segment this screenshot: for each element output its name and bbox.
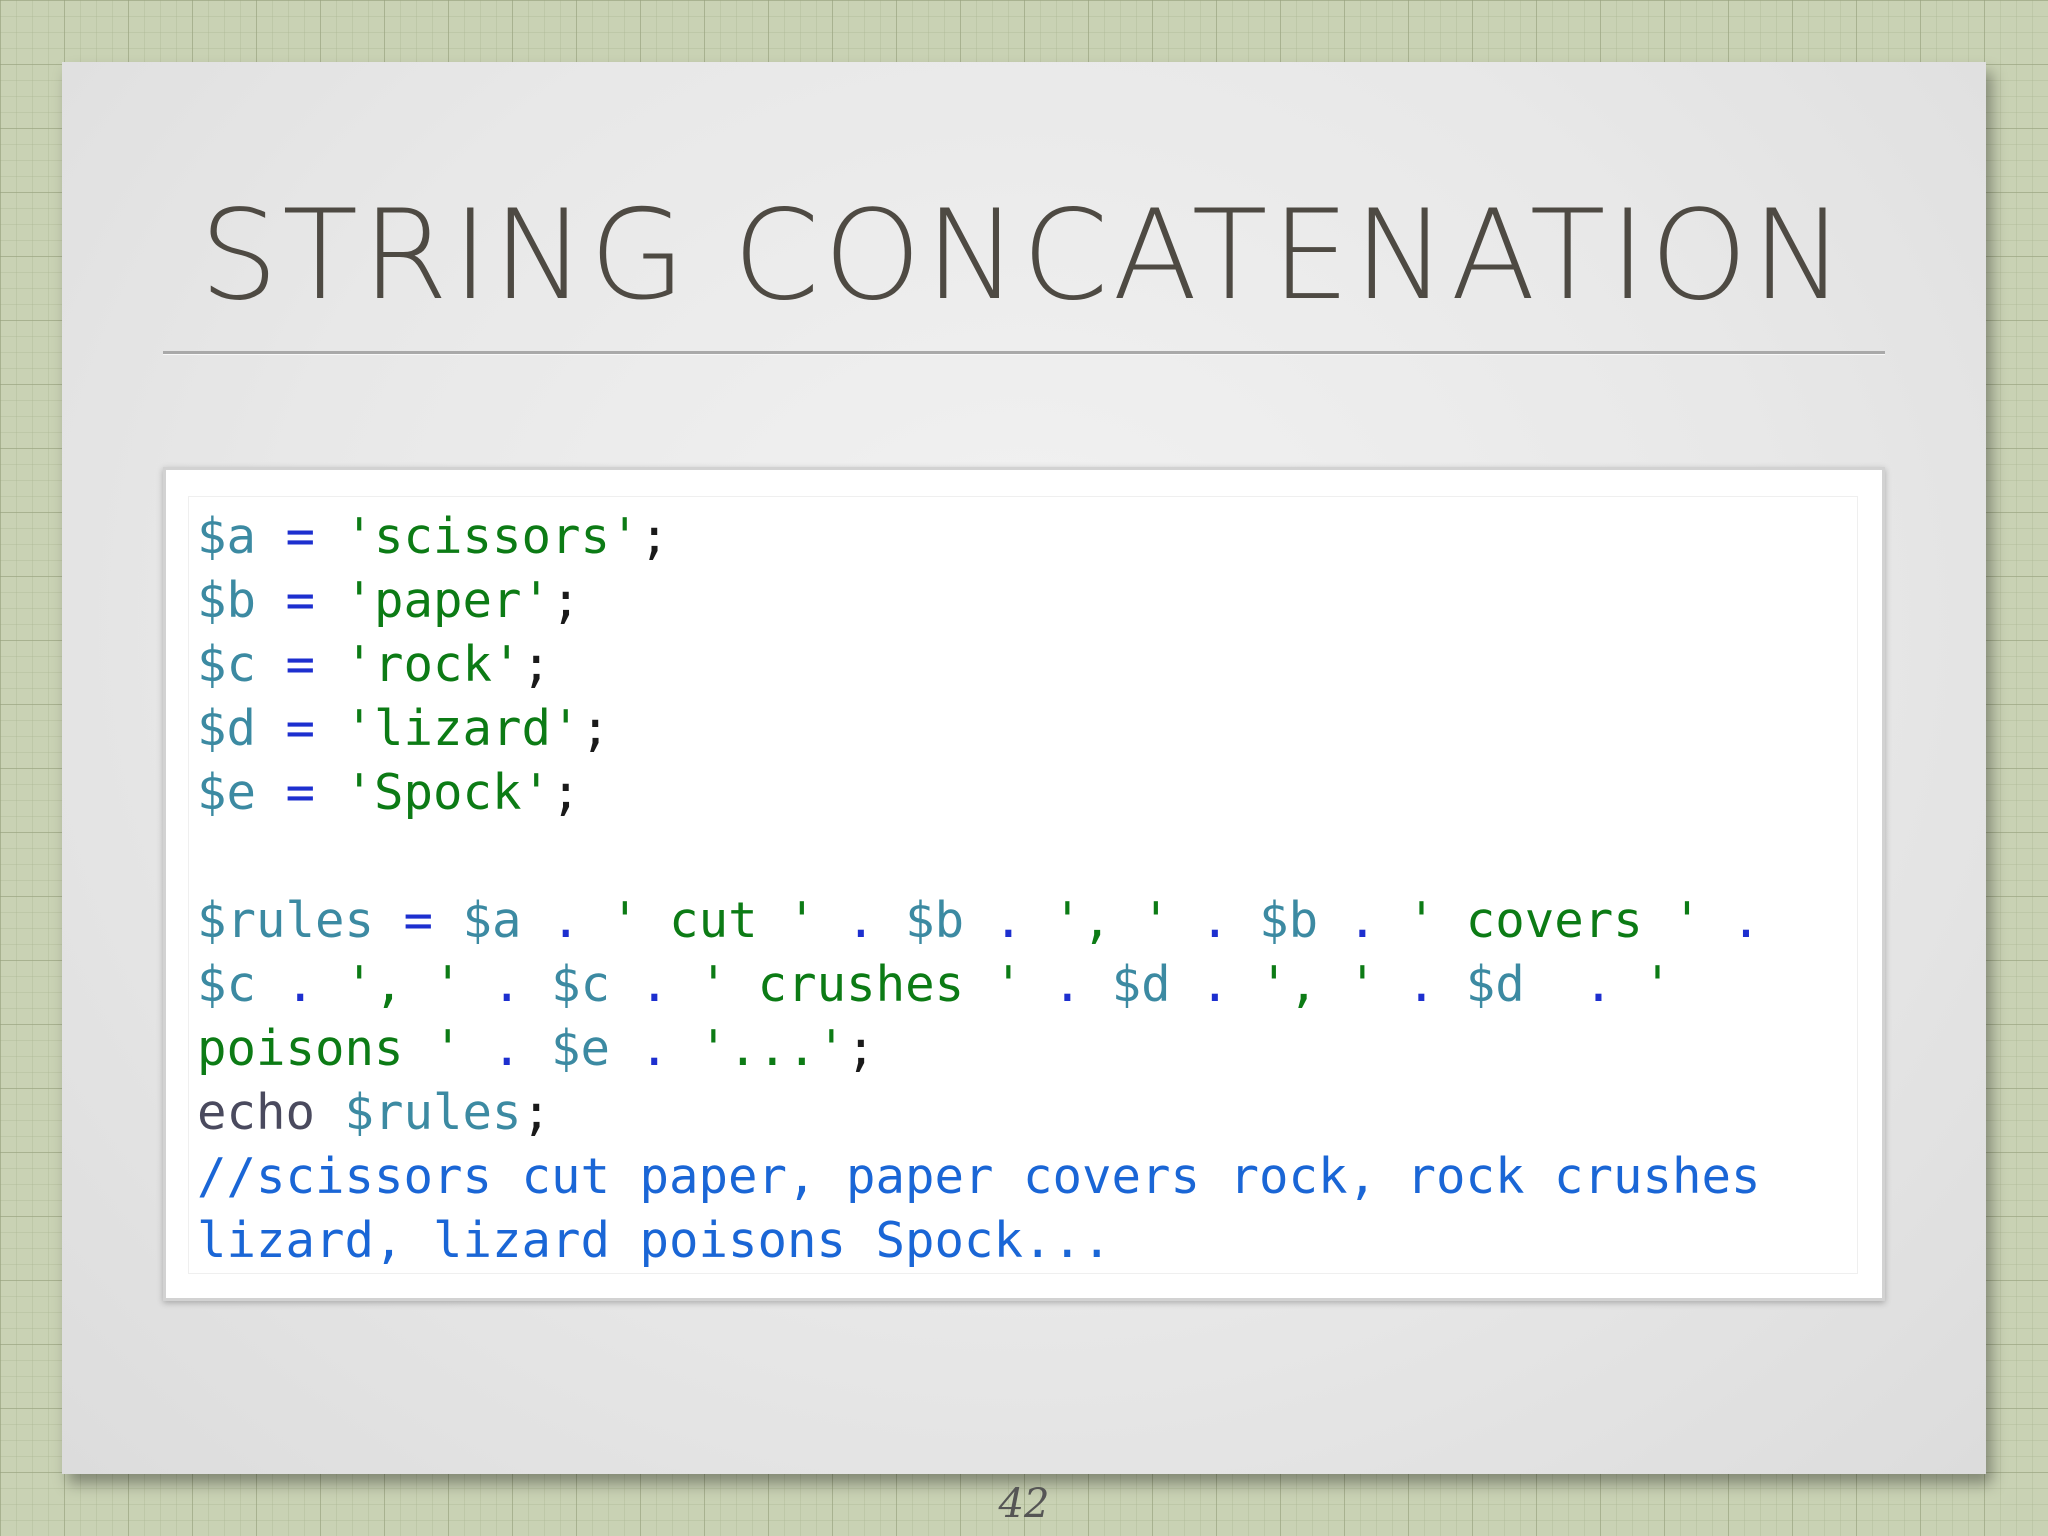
code-token-str: poisons ' <box>197 1020 463 1077</box>
code-token-var: $c <box>551 956 611 1013</box>
code-token-op: = <box>256 572 345 629</box>
code-token-op: = <box>256 636 345 693</box>
code-token-pun: ; <box>846 1020 876 1077</box>
code-token-str: 'scissors' <box>344 508 640 565</box>
code-line: //scissors cut paper, paper covers rock,… <box>197 1145 1761 1209</box>
code-line: lizard, lizard poisons Spock... <box>197 1209 1112 1273</box>
slide-title: STRING CONCATENATION <box>199 184 1849 328</box>
code-token-str: '...' <box>698 1020 847 1077</box>
code-token-op: . <box>1318 892 1407 949</box>
code-token-var: $c <box>197 956 257 1013</box>
code-token-pun: ; <box>521 1084 552 1141</box>
code-token-op: = <box>374 892 463 949</box>
code-token-var: $b <box>905 892 965 949</box>
code-token-op: . <box>256 956 345 1013</box>
code-token-op: . <box>964 892 1053 949</box>
code-token-var: $rules <box>197 892 375 949</box>
code-token-pun: ; <box>551 572 581 629</box>
code-token-cmt: //scissors cut paper, paper covers rock,… <box>197 1148 1761 1205</box>
code-token-op: . <box>1023 956 1112 1013</box>
code-token-op: = <box>256 700 345 757</box>
code-token-op: . <box>1377 956 1466 1013</box>
code-line: $rules = $a . ' cut ' . $b . ', ' . $b .… <box>197 889 1761 953</box>
code-token-str: ' <box>1642 956 1673 1013</box>
code-token-cmt: lizard, lizard poisons Spock... <box>197 1212 1112 1269</box>
code-block: $a = 'scissors'; $b = 'paper'; $c = 'rock'… <box>163 467 1885 1301</box>
code-token-var: $a <box>462 892 522 949</box>
code-token-var: $a <box>197 508 257 565</box>
code-line: $a = 'scissors'; <box>197 505 669 569</box>
code-line: poisons ' . $e . '...'; <box>197 1017 876 1081</box>
code-token-str: 'rock' <box>344 636 522 693</box>
code-token-var: $rules <box>344 1084 522 1141</box>
page-number: 42 <box>998 1481 1050 1527</box>
code-token-op: . <box>462 1020 552 1077</box>
code-line: $c . ', ' . $c . ' crushes ' . $d . ', '… <box>197 953 1672 1017</box>
code-token-op: . <box>1524 956 1643 1013</box>
code-token-var: $b <box>197 572 257 629</box>
code-token-str: ', ' <box>1052 892 1171 949</box>
code-token-str: ' crushes ' <box>698 956 1024 1013</box>
code-token-kw: echo <box>197 1084 345 1141</box>
code-line: echo $rules; <box>197 1081 551 1145</box>
title-divider <box>163 351 1885 355</box>
code-token-op: . <box>1701 892 1761 949</box>
code-token-op: . <box>462 956 552 1013</box>
code-token-str: ', ' <box>344 956 463 1013</box>
code-token-var: $d <box>197 700 257 757</box>
slide: STRING CONCATENATION $a = 'scissors'; $b … <box>62 62 1986 1474</box>
code-token-str: ', ' <box>1259 956 1378 1013</box>
code-token-var: $c <box>197 636 257 693</box>
code-line: $e = 'Spock'; <box>197 761 581 825</box>
code-token-var: $e <box>197 764 257 821</box>
code-token-op: . <box>1170 956 1260 1013</box>
code-token-op: = <box>256 508 345 565</box>
code-token-str: ' cut ' <box>610 892 817 949</box>
code-token-str: 'paper' <box>344 572 552 629</box>
code-line: $c = 'rock'; <box>197 633 551 697</box>
code-token-var: $b <box>1259 892 1319 949</box>
code-token-op: . <box>610 956 699 1013</box>
code-token-pun: ; <box>551 764 581 821</box>
code-token-str: 'Spock' <box>344 764 552 821</box>
code-line: $d = 'lizard'; <box>197 697 610 761</box>
code-token-var: $e <box>551 1020 611 1077</box>
code-token-str: 'lizard' <box>344 700 581 757</box>
code-token-pun: ; <box>580 700 611 757</box>
code-token-var: $d <box>1111 956 1171 1013</box>
code-token-pun: ; <box>639 508 670 565</box>
code-token-op: . <box>521 892 611 949</box>
code-token-var: $d <box>1465 956 1525 1013</box>
code-token-op: . <box>610 1020 699 1077</box>
code-token-op: = <box>256 764 345 821</box>
code-area: $a = 'scissors'; $b = 'paper'; $c = 'rock'… <box>188 496 1858 1274</box>
code-line: $b = 'paper'; <box>197 569 581 633</box>
code-token-pun: ; <box>521 636 552 693</box>
code-token-op: . <box>1170 892 1260 949</box>
code-token-op: . <box>816 892 906 949</box>
code-token-str: ' covers ' <box>1406 892 1702 949</box>
